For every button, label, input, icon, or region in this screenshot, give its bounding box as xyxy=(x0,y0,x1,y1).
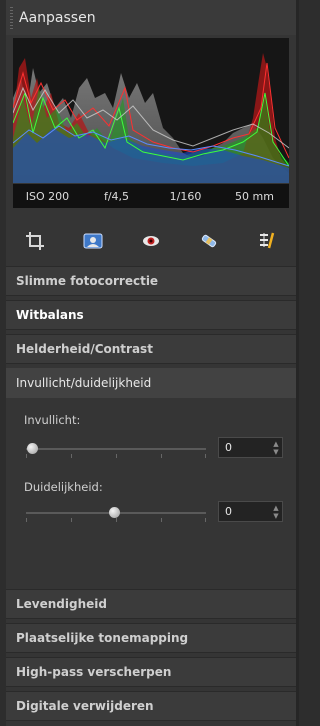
section-label: Invullicht/duidelijkheid xyxy=(16,376,152,390)
levels-tool-button[interactable] xyxy=(252,226,282,256)
section-levendigheid[interactable]: Levendigheid xyxy=(6,589,296,619)
retouch-brush-icon xyxy=(201,234,217,248)
section-plaatselijke-tonemapping[interactable]: Plaatselijke tonemapping xyxy=(6,623,296,653)
invullicht-stepper[interactable]: 0 ▲ ▼ xyxy=(218,437,283,458)
section-helderheid-contrast[interactable]: Helderheid/Contrast xyxy=(6,334,296,364)
duidelijkheid-stepper[interactable]: 0 ▲ ▼ xyxy=(218,501,283,522)
focal-length-value: 50 mm xyxy=(235,189,274,203)
invullicht-label: Invullicht: xyxy=(24,413,81,427)
slider-tick xyxy=(116,518,117,522)
slider-tick xyxy=(71,518,72,522)
stepper-arrows-icon[interactable]: ▲ ▼ xyxy=(270,440,282,456)
crop-icon xyxy=(26,232,44,250)
red-eye-icon xyxy=(143,236,159,246)
histogram xyxy=(13,38,289,183)
invullicht-value[interactable]: 0 xyxy=(225,441,270,454)
section-high-pass-verscherpen[interactable]: High-pass verscherpen xyxy=(6,657,296,687)
slider-tick xyxy=(161,518,162,522)
iso-value: ISO 200 xyxy=(25,189,70,203)
section-label: Digitale verwijderen xyxy=(16,699,154,713)
slider-tick xyxy=(161,454,162,458)
section-label: Levendigheid xyxy=(16,597,107,611)
section-slimme-fotocorrectie[interactable]: Slimme fotocorrectie xyxy=(6,266,296,296)
photo-icon xyxy=(83,233,103,249)
panel-scrollbar[interactable] xyxy=(296,0,299,726)
invullicht-slider-track[interactable] xyxy=(26,448,206,450)
slider-tick xyxy=(205,518,206,522)
slider-tick xyxy=(26,518,27,522)
shutter-value: 1/160 xyxy=(169,189,202,203)
drag-grip-icon[interactable] xyxy=(10,6,13,29)
histogram-graph xyxy=(13,53,289,183)
duidelijkheid-value[interactable]: 0 xyxy=(225,505,270,518)
adjust-levels-icon xyxy=(260,232,275,249)
section-witbalans[interactable]: Witbalans xyxy=(6,300,296,330)
section-label: Helderheid/Contrast xyxy=(16,342,153,356)
photo-tool-button[interactable] xyxy=(78,226,108,256)
exif-info-bar: ISO 200 f/4,5 1/160 50 mm xyxy=(13,184,289,208)
duidelijkheid-slider-knob[interactable] xyxy=(109,507,120,518)
retouch-tool-button[interactable] xyxy=(194,226,224,256)
slider-tick xyxy=(205,454,206,458)
stepper-arrows-icon[interactable]: ▲ ▼ xyxy=(270,504,282,520)
slider-tick xyxy=(71,454,72,458)
panel-title: Aanpassen xyxy=(19,9,96,26)
slider-tick xyxy=(116,454,117,458)
section-label: Witbalans xyxy=(16,308,84,322)
duidelijkheid-label: Duidelijkheid: xyxy=(24,480,103,494)
section-label: High-pass verscherpen xyxy=(16,665,172,679)
section-invullicht-duidelijkheid[interactable]: Invullicht/duidelijkheid xyxy=(6,368,296,398)
section-label: Plaatselijke tonemapping xyxy=(16,631,189,645)
slider-tick xyxy=(26,454,27,458)
invullicht-slider-knob[interactable] xyxy=(27,443,38,454)
section-label: Slimme fotocorrectie xyxy=(16,274,159,288)
aperture-value: f/4,5 xyxy=(103,189,130,203)
tool-row xyxy=(6,222,296,260)
crop-tool-button[interactable] xyxy=(20,226,50,256)
section-digitale-verwijderen[interactable]: Digitale verwijderen xyxy=(6,691,296,721)
panel-title-bar: Aanpassen xyxy=(6,0,296,35)
red-eye-tool-button[interactable] xyxy=(136,226,166,256)
